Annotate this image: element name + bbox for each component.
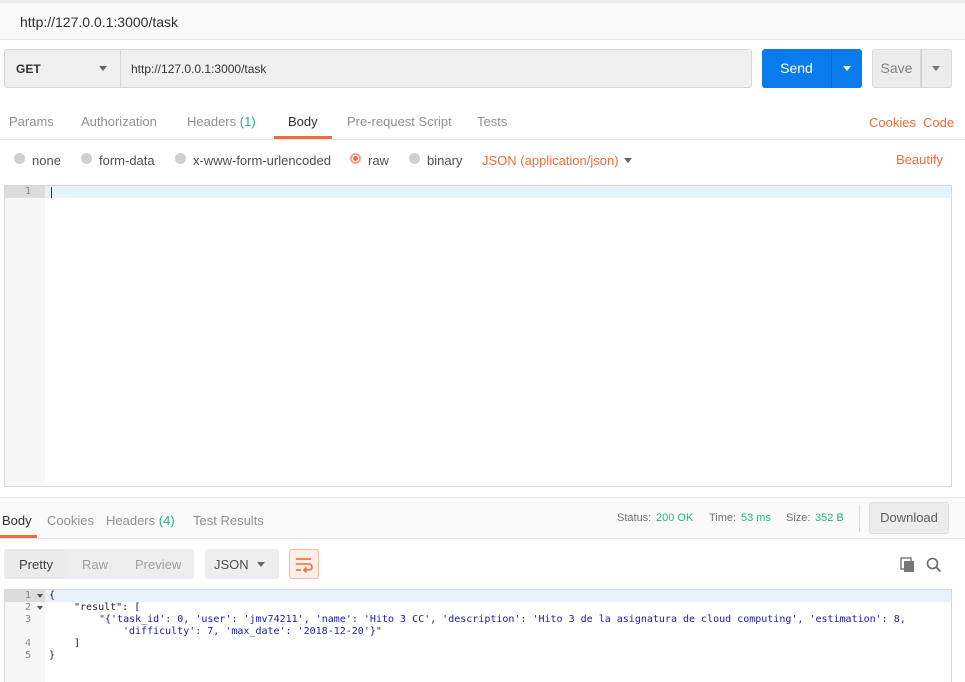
- copy-icon[interactable]: [899, 556, 917, 574]
- tab-params[interactable]: Params: [9, 114, 54, 129]
- code-line: 'difficulty': 7, 'max_date': '2018-12-20…: [123, 626, 382, 637]
- divider: [0, 139, 965, 140]
- save-button[interactable]: Save: [872, 49, 921, 88]
- code-line: ]: [74, 638, 81, 649]
- fold-arrow-icon[interactable]: [37, 606, 43, 610]
- radio-form-data-label: form-data: [99, 153, 155, 168]
- request-body-editor[interactable]: 1: [4, 185, 952, 487]
- code-line: "result": [: [74, 602, 140, 614]
- radio-binary-label: binary: [427, 153, 463, 168]
- chevron-down-icon: [257, 562, 265, 567]
- active-tab-indicator: [0, 535, 37, 538]
- tab-authorization[interactable]: Authorization: [81, 114, 157, 129]
- method-label: GET: [16, 62, 41, 76]
- radio-raw[interactable]: [350, 153, 361, 164]
- request-title: http://127.0.0.1:3000/task: [20, 14, 179, 30]
- wrap-lines-icon: [296, 558, 313, 574]
- view-pretty-button[interactable]: Pretty: [19, 557, 53, 572]
- send-options-button[interactable]: [831, 49, 862, 88]
- fold-arrow-icon[interactable]: [37, 594, 43, 598]
- size-value: 352 B: [815, 512, 844, 524]
- url-input[interactable]: [121, 49, 752, 88]
- radio-none-label: none: [32, 153, 61, 168]
- response-tab-cookies[interactable]: Cookies: [47, 513, 94, 528]
- editor-active-line: [45, 186, 951, 198]
- tab-headers[interactable]: Headers (1): [187, 114, 256, 129]
- editor-gutter: [5, 186, 45, 486]
- chevron-down-icon: [99, 66, 107, 71]
- line-number: 1: [25, 590, 32, 601]
- size-label: Size:: [786, 512, 811, 524]
- chevron-down-icon: [624, 158, 632, 163]
- tab-tests[interactable]: Tests: [477, 114, 507, 129]
- line-number: 2: [25, 602, 32, 613]
- chevron-down-icon: [843, 66, 851, 71]
- search-icon[interactable]: [925, 556, 943, 574]
- response-body-viewer[interactable]: 1 2 3 4 5 { "result": [ "{'task_id': 0, …: [4, 589, 952, 682]
- download-button[interactable]: Download: [869, 502, 949, 534]
- send-button[interactable]: Send: [762, 49, 831, 88]
- time-value: 53 ms: [741, 512, 771, 524]
- response-tab-test-results[interactable]: Test Results: [193, 513, 264, 528]
- divider: [859, 505, 860, 532]
- headers-count-badge: (1): [239, 114, 256, 129]
- tab-body[interactable]: Body: [288, 114, 318, 129]
- radio-binary[interactable]: [409, 153, 420, 164]
- cookies-link[interactable]: Cookies: [869, 115, 916, 130]
- json-key: "result": [74, 602, 123, 613]
- response-format-label: JSON: [214, 557, 249, 572]
- response-tab-body[interactable]: Body: [2, 513, 32, 528]
- content-type-select[interactable]: JSON (application/json): [482, 153, 619, 168]
- response-tab-headers[interactable]: Headers (4): [106, 513, 175, 528]
- code-line: {: [49, 590, 56, 601]
- wrap-lines-button[interactable]: [289, 549, 319, 579]
- beautify-link[interactable]: Beautify: [896, 152, 943, 167]
- time-label: Time:: [709, 512, 737, 524]
- editor-active-line: [45, 590, 951, 602]
- radio-urlencoded[interactable]: [175, 153, 186, 164]
- tab-headers-label: Headers: [187, 114, 237, 129]
- line-number: 3: [25, 614, 32, 625]
- radio-urlencoded-label: x-www-form-urlencoded: [193, 153, 331, 168]
- text-cursor: [51, 187, 52, 198]
- chevron-down-icon: [932, 66, 940, 71]
- radio-form-data[interactable]: [81, 153, 92, 164]
- json-punct: : [: [122, 602, 141, 613]
- radio-none[interactable]: [14, 153, 25, 164]
- response-headers-count-badge: (4): [158, 513, 175, 528]
- save-options-button[interactable]: [921, 49, 952, 88]
- code-line: }: [49, 650, 56, 661]
- line-number: 5: [25, 650, 32, 661]
- line-number: 4: [25, 638, 32, 649]
- view-preview-button[interactable]: Preview: [135, 557, 181, 572]
- view-raw-button[interactable]: Raw: [82, 557, 108, 572]
- code-line: "{'task_id': 0, 'user': 'jmv74211', 'nam…: [99, 614, 906, 625]
- response-tab-headers-label: Headers: [106, 513, 156, 528]
- status-value: 200 OK: [656, 512, 694, 524]
- status-label: Status:: [617, 512, 652, 524]
- code-link[interactable]: Code: [923, 115, 954, 130]
- radio-raw-label: raw: [368, 153, 389, 168]
- line-number: 1: [25, 186, 32, 197]
- tab-prerequest-script[interactable]: Pre-request Script: [347, 114, 452, 129]
